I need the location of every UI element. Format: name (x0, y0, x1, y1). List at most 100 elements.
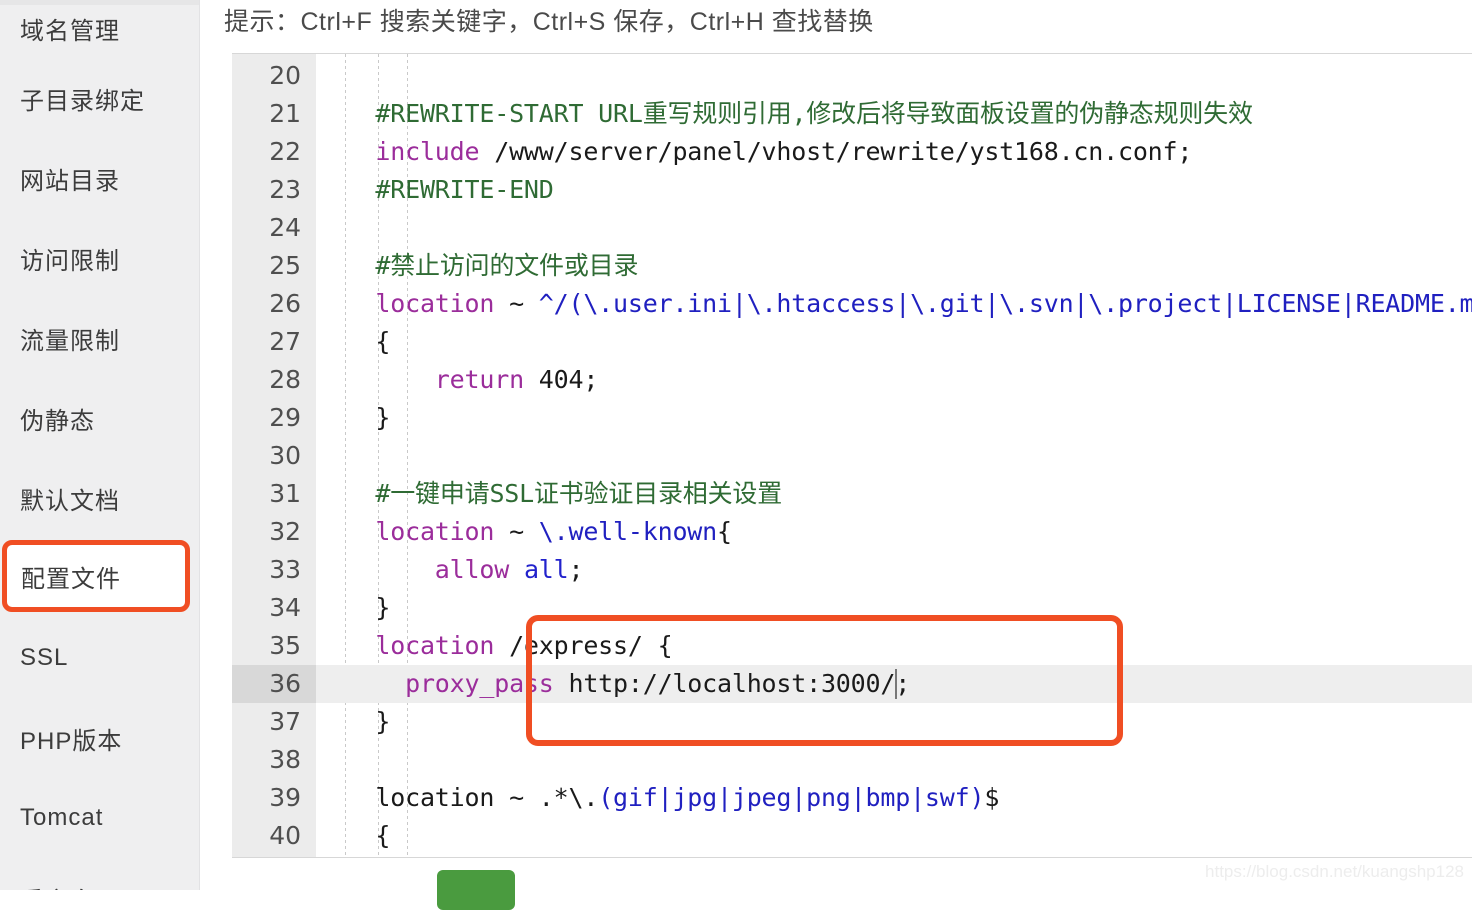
code-token: { (717, 517, 732, 546)
sidebar-item-11[interactable]: Tomcat (0, 778, 199, 858)
code-line-text: #禁止访问的文件或目录 (316, 247, 638, 285)
line-number: 26 (269, 289, 301, 318)
code-line-40[interactable]: 40 { (232, 817, 1472, 855)
keyboard-hint-text: 提示：Ctrl+F 搜索关键字，Ctrl+S 保存，Ctrl+H 查找替换 (224, 8, 874, 36)
sidebar-item-3[interactable]: 网站目录 (0, 138, 199, 218)
code-token: all (523, 555, 569, 584)
code-token: /www/server/panel/vhost/rewrite/yst168.c… (479, 137, 1193, 166)
code-token: ~ (494, 517, 539, 546)
line-number: 37 (269, 707, 301, 736)
code-token: ~ (494, 289, 539, 318)
line-number: 22 (269, 137, 301, 166)
line-number: 34 (269, 593, 301, 622)
sidebar-item-label: 域名管理 (20, 17, 120, 45)
code-token: (gif|jpg|jpeg|png|bmp|swf) (598, 783, 985, 812)
code-line-20[interactable]: 20 (232, 57, 1472, 95)
code-line-39[interactable]: 39 location ~ .*\.(gif|jpg|jpeg|png|bmp|… (232, 779, 1472, 817)
line-number: 25 (269, 251, 301, 280)
line-number: 36 (232, 665, 316, 703)
code-line-text: #REWRITE-START URL重写规则引用,修改后将导致面板设置的伪静态规… (316, 95, 1253, 133)
sidebar-item-12[interactable]: 重定向 (0, 858, 199, 891)
code-token: include (316, 137, 480, 166)
sidebar-item-10[interactable]: PHP版本 (0, 698, 199, 778)
sidebar-item-7[interactable]: 默认文档 (0, 458, 199, 538)
code-token: /express/ { (494, 631, 673, 660)
sidebar-item-6[interactable]: 伪静态 (0, 378, 199, 458)
sidebar-item-8[interactable]: 配置文件 (2, 540, 190, 612)
code-line-29[interactable]: 29 } (232, 399, 1472, 437)
code-token: ^/(\.user.ini|\.htaccess|\.git|\.svn|\.p… (538, 289, 1472, 318)
code-token: { (316, 821, 391, 850)
code-token: ; (568, 555, 584, 584)
code-line-37[interactable]: 37 } (232, 703, 1472, 741)
line-number: 20 (269, 61, 301, 90)
sidebar-item-9[interactable]: SSL (0, 618, 199, 698)
code-token: location (316, 517, 495, 546)
code-line-31[interactable]: 31 #一键申请SSL证书验证目录相关设置 (232, 475, 1472, 513)
code-line-34[interactable]: 34 } (232, 589, 1472, 627)
code-line-35[interactable]: 35 location /express/ { (232, 627, 1472, 665)
sidebar-item-label: 网站目录 (20, 167, 120, 195)
code-line-26[interactable]: 26 location ~ ^/(\.user.ini|\.htaccess|\… (232, 285, 1472, 323)
watermark-text: https://blog.csdn.net/kuangshp128 (1205, 862, 1464, 881)
line-number: 29 (269, 403, 301, 432)
sidebar-item-4[interactable]: 访问限制 (0, 218, 199, 298)
main-panel: 提示：Ctrl+F 搜索关键字，Ctrl+S 保存，Ctrl+H 查找替换 20… (200, 0, 1472, 910)
code-line-text: } (316, 589, 390, 627)
code-line-text: location ~ .*\.(gif|jpg|jpeg|png|bmp|swf… (316, 779, 999, 817)
sidebar-item-label: 配置文件 (21, 565, 121, 593)
code-token: http://localhost:3000/; (553, 669, 911, 698)
code-line-text: location /express/ { (316, 627, 672, 665)
code-line-36[interactable]: 36 proxy_pass http://localhost:3000/; (232, 665, 1472, 703)
code-line-text: { (316, 323, 390, 361)
code-line-24[interactable]: 24 (232, 209, 1472, 247)
line-number: 40 (269, 821, 301, 850)
sidebar-item-5[interactable]: 流量限制 (0, 298, 199, 378)
text-caret (895, 669, 897, 699)
code-token: 404; (523, 365, 599, 394)
sidebar-item-label: 默认文档 (20, 487, 120, 515)
sidebar-item-label: 流量限制 (20, 327, 120, 355)
code-line-21[interactable]: 21 #REWRITE-START URL重写规则引用,修改后将导致面板设置的伪… (232, 95, 1472, 133)
line-number: 24 (269, 213, 301, 242)
code-token: return (316, 365, 524, 394)
code-token: location (316, 289, 495, 318)
code-line-32[interactable]: 32 location ~ \.well-known{ (232, 513, 1472, 551)
code-line-30[interactable]: 30 (232, 437, 1472, 475)
save-button[interactable] (437, 870, 515, 910)
line-number: 32 (269, 517, 301, 546)
line-number: 31 (269, 479, 301, 508)
code-line-text: #一键申请SSL证书验证目录相关设置 (316, 475, 782, 513)
code-token: } (316, 403, 391, 432)
line-number: 35 (269, 631, 301, 660)
sidebar-item-2[interactable]: 子目录绑定 (0, 58, 199, 138)
editor-bottom-divider (232, 857, 1472, 858)
code-token: proxy_pass (316, 669, 554, 698)
code-token: \.well-known (538, 517, 717, 546)
code-line-text: allow all; (316, 551, 584, 589)
code-line-text: location ~ \.well-known{ (316, 513, 732, 551)
sidebar-item-label: 子目录绑定 (20, 87, 145, 115)
code-line-25[interactable]: 25 #禁止访问的文件或目录 (232, 247, 1472, 285)
code-line-text: include /www/server/panel/vhost/rewrite/… (316, 133, 1192, 171)
sidebar-item-label: 伪静态 (20, 407, 95, 435)
line-number: 30 (269, 441, 301, 470)
code-line-23[interactable]: 23 #REWRITE-END (232, 171, 1472, 209)
code-line-text: proxy_pass http://localhost:3000/; (316, 665, 910, 703)
code-line-text: location ~ ^/(\.user.ini|\.htaccess|\.gi… (316, 285, 1472, 323)
code-line-27[interactable]: 27 { (232, 323, 1472, 361)
code-token: #禁止访问的文件或目录 (316, 251, 639, 280)
code-line-22[interactable]: 22 include /www/server/panel/vhost/rewri… (232, 133, 1472, 171)
code-token: #REWRITE-END (316, 175, 554, 204)
line-number: 33 (269, 555, 301, 584)
line-number: 21 (269, 99, 301, 128)
code-token: #REWRITE-START URL重写规则引用,修改后将导致面板设置的伪静态规… (316, 99, 1253, 128)
code-line-text: } (316, 399, 390, 437)
code-token: { (316, 327, 391, 356)
code-line-33[interactable]: 33 allow all; (232, 551, 1472, 589)
code-line-38[interactable]: 38 (232, 741, 1472, 779)
code-line-28[interactable]: 28 return 404; (232, 361, 1472, 399)
code-editor[interactable]: 20 21 #REWRITE-START URL重写规则引用,修改后将导致面板设置… (232, 53, 1472, 857)
code-line-text: } (316, 703, 390, 741)
